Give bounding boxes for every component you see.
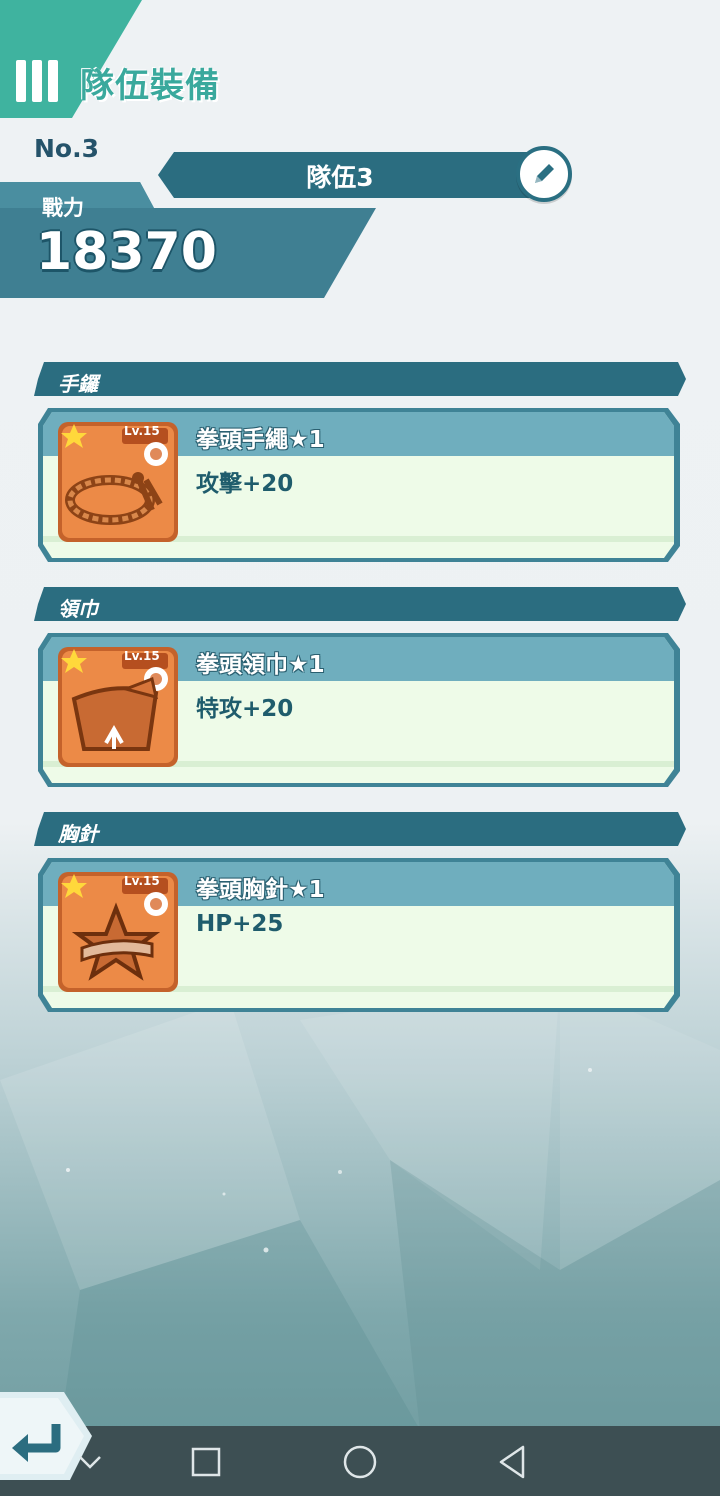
menu-icon[interactable] [16, 60, 62, 102]
item-stat: 攻擊+20 [196, 471, 294, 497]
slot-header-wristband [34, 362, 686, 396]
item-stat: HP+25 [196, 911, 284, 937]
power-label: 戰力 [42, 196, 84, 220]
slot-header-brooch [34, 812, 686, 846]
wristband-icon [58, 422, 178, 542]
item-name: 拳頭手繩★1 [196, 427, 325, 453]
slot-label: 手鑼 [58, 372, 98, 396]
slot-label: 胸針 [58, 822, 98, 846]
nav-back-icon[interactable] [490, 1440, 534, 1484]
edit-team-name-button[interactable] [516, 146, 572, 202]
recent-apps-icon[interactable] [184, 1440, 228, 1484]
level-badge: Lv.15 [124, 874, 160, 888]
item-icon-frame [56, 420, 180, 544]
background-pattern [0, 980, 720, 1430]
item-name: 拳頭領巾★1 [196, 652, 325, 678]
chevron-down-icon[interactable] [68, 1440, 112, 1484]
team-number: No.3 [34, 134, 99, 163]
pencil-icon [535, 164, 554, 183]
page-title: 隊伍裝備 [80, 66, 220, 106]
scarf-icon [58, 647, 178, 767]
item-icon-frame [56, 870, 180, 994]
item-icon-frame [56, 645, 180, 769]
power-value: 18370 [36, 222, 217, 282]
home-icon[interactable] [338, 1440, 382, 1484]
item-stat: 特攻+20 [196, 696, 294, 722]
item-name: 拳頭胸針★1 [196, 877, 325, 903]
brooch-icon [58, 872, 178, 992]
level-badge: Lv.15 [124, 424, 160, 438]
slot-label: 領巾 [58, 597, 98, 621]
slot-header-scarf [34, 587, 686, 621]
level-badge: Lv.15 [124, 649, 160, 663]
